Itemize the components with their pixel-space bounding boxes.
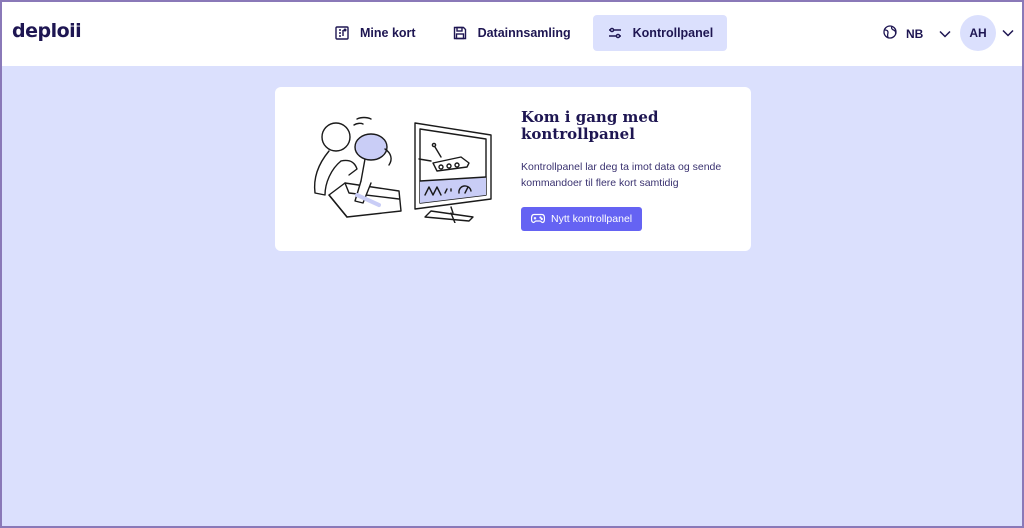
- sliders-icon: [607, 25, 623, 41]
- globe-icon: [882, 24, 898, 43]
- save-icon: [452, 25, 468, 41]
- board-icon: [334, 25, 350, 41]
- card-content: Kom i gang med kontrollpanel Kontrollpan…: [521, 109, 731, 231]
- gamepad-icon: [530, 212, 546, 227]
- logo[interactable]: deploii: [12, 20, 82, 42]
- nav-label: Datainnsamling: [477, 26, 571, 40]
- language-selector[interactable]: NB: [882, 24, 951, 43]
- new-control-panel-button[interactable]: Nytt kontrollpanel: [521, 207, 643, 231]
- top-bar: deploii Mine kort Datainnsamling Kontrol…: [2, 2, 1022, 66]
- nav-item-mine-kort[interactable]: Mine kort: [320, 15, 430, 51]
- user-menu[interactable]: AH: [960, 15, 1014, 51]
- nav-label: Mine kort: [360, 26, 416, 40]
- control-panel-illustration: [301, 113, 497, 224]
- onboarding-card: Kom i gang med kontrollpanel Kontrollpan…: [275, 87, 751, 251]
- card-description: Kontrollpanel lar deg ta imot data og se…: [521, 161, 722, 189]
- language-code: NB: [906, 26, 924, 41]
- chevron-down-icon: [939, 27, 951, 41]
- nav-item-kontrollpanel[interactable]: Kontrollpanel: [592, 15, 728, 51]
- avatar[interactable]: AH: [960, 15, 996, 51]
- nav-label: Kontrollpanel: [632, 26, 714, 40]
- main-nav: Mine kort Datainnsamling Kontrollpanel: [320, 15, 728, 51]
- button-label: Nytt kontrollpanel: [551, 213, 633, 225]
- chevron-down-icon: [1002, 24, 1014, 42]
- card-title: Kom i gang med kontrollpanel: [521, 108, 659, 143]
- nav-item-datainnsamling[interactable]: Datainnsamling: [438, 15, 585, 51]
